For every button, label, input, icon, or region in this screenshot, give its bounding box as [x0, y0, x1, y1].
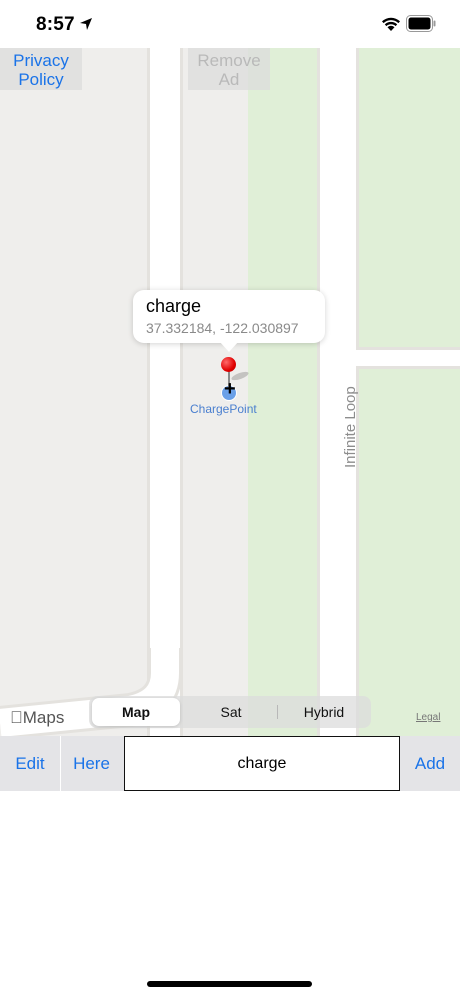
map-type-hybrid[interactable]: Hybrid — [279, 698, 369, 726]
edit-button[interactable]: Edit — [0, 736, 60, 791]
location-arrow-icon — [80, 18, 92, 30]
pin-callout[interactable]: charge 37.332184, -122.030897 — [133, 290, 325, 343]
privacy-policy-button[interactable]: Privacy Policy — [0, 48, 82, 90]
home-indicator[interactable] — [147, 981, 312, 987]
street-label: Infinite Loop — [342, 386, 359, 468]
battery-icon — [406, 15, 436, 32]
bottom-toolbar: Edit Here charge Add — [0, 736, 460, 791]
add-button[interactable]: Add — [400, 736, 460, 791]
segment-divider — [277, 705, 278, 719]
remove-ad-button[interactable]: Remove Ad — [188, 48, 270, 90]
wifi-icon — [382, 17, 400, 31]
status-bar: 8:57 — [0, 0, 460, 48]
map-pin-icon[interactable] — [221, 357, 236, 372]
status-time: 8:57 — [36, 14, 75, 35]
callout-title: charge — [146, 296, 202, 316]
map-type-map[interactable]: Map — [92, 698, 180, 726]
poi-label[interactable]: ChargePoint — [190, 402, 257, 416]
here-button[interactable]: Here — [61, 736, 122, 791]
legal-link[interactable]: Legal — [416, 712, 440, 723]
callout-coordinates: 37.332184, -122.030897 — [146, 320, 299, 336]
road-vertical-left — [150, 48, 180, 736]
callout-pointer — [219, 341, 239, 352]
map-type-sat[interactable]: Sat — [186, 698, 276, 726]
search-input[interactable]: charge — [124, 736, 400, 791]
apple-maps-logo: Maps — [10, 708, 64, 727]
plus-marker-icon: + — [224, 378, 236, 400]
map-view[interactable]: Privacy Policy Remove Ad charge 37.33218… — [0, 48, 460, 736]
road-horizontal-right — [356, 350, 460, 366]
map-type-selector[interactable]: Map Sat Hybrid — [89, 696, 371, 728]
